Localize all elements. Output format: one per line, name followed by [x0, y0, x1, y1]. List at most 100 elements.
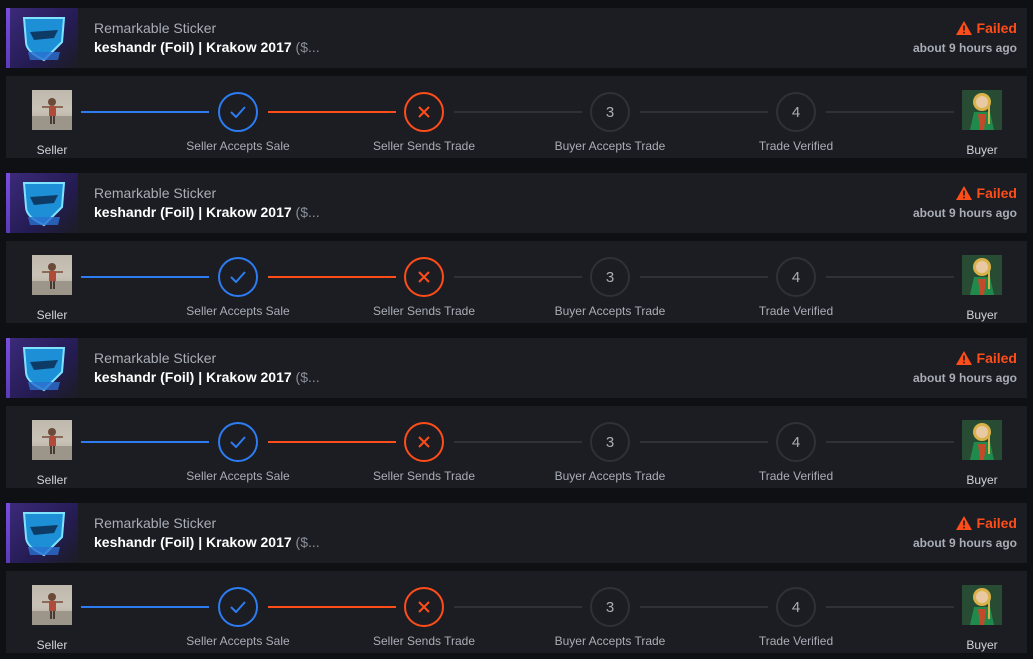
- item-price: ($...: [291, 204, 320, 220]
- step-4-pending: 4: [776, 257, 816, 297]
- progress-line: [826, 276, 954, 278]
- seller-avatar[interactable]: [32, 420, 72, 460]
- item-thumbnail[interactable]: [10, 8, 78, 68]
- seller-label: Seller: [36, 308, 68, 322]
- seller-avatar[interactable]: [32, 255, 72, 295]
- item-thumbnail[interactable]: [10, 503, 78, 563]
- seller-avatar[interactable]: [32, 585, 72, 625]
- step-3-pending: 3: [590, 257, 630, 297]
- trade-progress: Seller Seller Accepts Sale Seller Sends …: [6, 241, 1027, 323]
- buyer-label: Buyer: [966, 308, 998, 322]
- progress-line: [640, 276, 768, 278]
- step-2-label: Seller Sends Trade: [372, 469, 476, 483]
- seller-label: Seller: [36, 143, 68, 157]
- trade-card[interactable]: Remarkable Sticker keshandr (Foil) | Kra…: [6, 173, 1027, 323]
- item-name[interactable]: keshandr (Foil) | Krakow 2017 ($...: [94, 204, 320, 220]
- step-2-failed: [404, 422, 444, 462]
- progress-line: [826, 606, 954, 608]
- timestamp: about 9 hours ago: [912, 536, 1017, 550]
- item-thumbnail[interactable]: [10, 338, 78, 398]
- progress-line: [640, 441, 768, 443]
- progress-line: [826, 441, 954, 443]
- buyer-label: Buyer: [966, 473, 998, 487]
- buyer-icon-image: [962, 420, 1002, 460]
- trade-progress: Seller Seller Accepts Sale Seller Sends …: [6, 76, 1027, 158]
- timestamp: about 9 hours ago: [912, 371, 1017, 385]
- buyer-label: Buyer: [966, 143, 998, 157]
- warning-icon: [955, 516, 972, 530]
- trade-header[interactable]: Remarkable Sticker keshandr (Foil) | Kra…: [6, 173, 1027, 233]
- progress-line: [640, 606, 768, 608]
- progress-line: [826, 111, 954, 113]
- item-name-text: keshandr (Foil) | Krakow 2017: [94, 534, 292, 550]
- step-2-label: Seller Sends Trade: [372, 634, 476, 648]
- seller-person-image: [32, 428, 72, 460]
- step-3-pending: 3: [590, 587, 630, 627]
- progress-line: [454, 606, 582, 608]
- step-2-failed: [404, 257, 444, 297]
- trade-card[interactable]: Remarkable Sticker keshandr (Foil) | Kra…: [6, 8, 1027, 158]
- step-3-pending: 3: [590, 92, 630, 132]
- trade-header[interactable]: Remarkable Sticker keshandr (Foil) | Kra…: [6, 338, 1027, 398]
- step-3-label: Buyer Accepts Trade: [554, 304, 666, 318]
- check-icon: [230, 106, 246, 118]
- trade-card[interactable]: Remarkable Sticker keshandr (Foil) | Kra…: [6, 338, 1027, 488]
- buyer-avatar[interactable]: [962, 585, 1002, 625]
- buyer-avatar[interactable]: [962, 90, 1002, 130]
- warning-icon: [955, 186, 972, 200]
- progress-line: [640, 111, 768, 113]
- trade-progress: Seller Seller Accepts Sale Seller Sends …: [6, 406, 1027, 488]
- seller-label: Seller: [36, 638, 68, 652]
- progress-line: [454, 276, 582, 278]
- item-name-text: keshandr (Foil) | Krakow 2017: [94, 204, 292, 220]
- item-type: Remarkable Sticker: [94, 185, 217, 201]
- status-badge: Failed: [955, 185, 1017, 201]
- seller-avatar[interactable]: [32, 90, 72, 130]
- trade-card[interactable]: Remarkable Sticker keshandr (Foil) | Kra…: [6, 503, 1027, 653]
- progress-line: [268, 441, 396, 443]
- step-4-label: Trade Verified: [758, 139, 834, 153]
- warning-icon: [955, 351, 972, 365]
- item-thumbnail[interactable]: [10, 173, 78, 233]
- timestamp: about 9 hours ago: [912, 206, 1017, 220]
- check-icon: [230, 601, 246, 613]
- progress-line: [81, 441, 209, 443]
- progress-line: [81, 606, 209, 608]
- item-name-text: keshandr (Foil) | Krakow 2017: [94, 39, 292, 55]
- progress-line: [81, 276, 209, 278]
- step-3-pending: 3: [590, 422, 630, 462]
- timestamp: about 9 hours ago: [912, 41, 1017, 55]
- trade-header[interactable]: Remarkable Sticker keshandr (Foil) | Kra…: [6, 503, 1027, 563]
- step-3-label: Buyer Accepts Trade: [554, 634, 666, 648]
- buyer-icon-image: [962, 90, 1002, 130]
- step-4-label: Trade Verified: [758, 634, 834, 648]
- trade-list: Remarkable Sticker keshandr (Foil) | Kra…: [0, 0, 1033, 659]
- trade-header[interactable]: Remarkable Sticker keshandr (Foil) | Kra…: [6, 8, 1027, 68]
- buyer-label: Buyer: [966, 638, 998, 652]
- sticker-shield-icon: [22, 182, 66, 227]
- x-icon: [418, 601, 430, 613]
- x-icon: [418, 106, 430, 118]
- check-icon: [230, 271, 246, 283]
- step-4-pending: 4: [776, 587, 816, 627]
- status-text: Failed: [976, 20, 1017, 36]
- progress-line: [268, 606, 396, 608]
- buyer-avatar[interactable]: [962, 420, 1002, 460]
- item-name[interactable]: keshandr (Foil) | Krakow 2017 ($...: [94, 39, 320, 55]
- status-badge: Failed: [955, 350, 1017, 366]
- progress-line: [454, 111, 582, 113]
- step-4-pending: 4: [776, 92, 816, 132]
- step-1-label: Seller Accepts Sale: [186, 304, 290, 318]
- item-name[interactable]: keshandr (Foil) | Krakow 2017 ($...: [94, 369, 320, 385]
- step-1-complete: [218, 422, 258, 462]
- sticker-shield-icon: [22, 512, 66, 557]
- item-price: ($...: [291, 39, 320, 55]
- item-name[interactable]: keshandr (Foil) | Krakow 2017 ($...: [94, 534, 320, 550]
- check-icon: [230, 436, 246, 448]
- seller-label: Seller: [36, 473, 68, 487]
- progress-line: [268, 111, 396, 113]
- status-text: Failed: [976, 350, 1017, 366]
- item-price: ($...: [291, 534, 320, 550]
- progress-line: [268, 276, 396, 278]
- buyer-avatar[interactable]: [962, 255, 1002, 295]
